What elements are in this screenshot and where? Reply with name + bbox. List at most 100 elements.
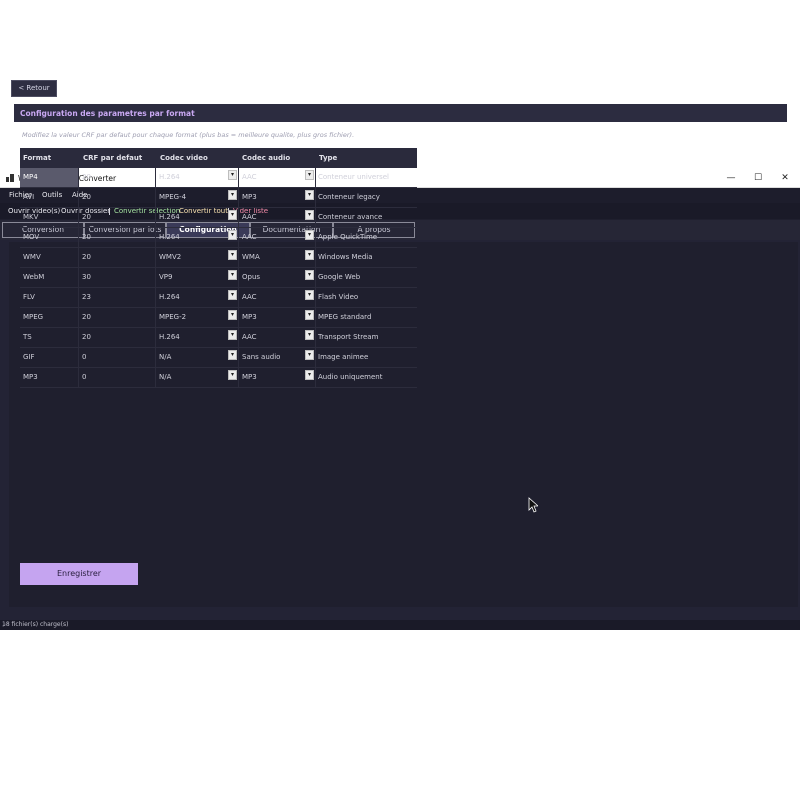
dropdown-arrow-icon[interactable]: ▾: [305, 290, 314, 300]
video-codec-select[interactable]: N/A: [159, 348, 171, 367]
video-codec-select[interactable]: MPEG-2: [159, 308, 186, 327]
column-divider: [238, 228, 239, 247]
format-cell: WebM: [23, 273, 45, 281]
minimize-button[interactable]: —: [718, 171, 744, 186]
crf-input[interactable]: 20: [82, 308, 91, 327]
table-row[interactable]: MOV 20 H.264 AAC Apple QuickTime ▾ ▾: [20, 228, 417, 248]
audio-codec-select[interactable]: Sans audio: [242, 348, 280, 367]
dropdown-arrow-icon[interactable]: ▾: [305, 190, 314, 200]
table-row[interactable]: WMV 20 WMV2 WMA Windows Media ▾ ▾: [20, 248, 417, 268]
dropdown-arrow-icon[interactable]: ▾: [305, 310, 314, 320]
dropdown-arrow-icon[interactable]: ▾: [228, 190, 237, 200]
column-divider: [78, 268, 79, 287]
column-divider: [238, 168, 239, 187]
video-codec-select[interactable]: N/A: [159, 368, 171, 387]
crf-input[interactable]: 20: [82, 168, 91, 187]
column-divider: [155, 308, 156, 327]
video-codec-select[interactable]: H.264: [159, 168, 180, 187]
table-row[interactable]: TS 20 H.264 AAC Transport Stream ▾ ▾: [20, 328, 417, 348]
table-row[interactable]: GIF 0 N/A Sans audio Image animee ▾ ▾: [20, 348, 417, 368]
dropdown-arrow-icon[interactable]: ▾: [228, 230, 237, 240]
audio-codec-select[interactable]: MP3: [242, 368, 257, 387]
audio-codec-select[interactable]: WMA: [242, 248, 260, 267]
crf-input[interactable]: 30: [82, 268, 91, 287]
column-divider: [238, 368, 239, 387]
dropdown-arrow-icon[interactable]: ▾: [228, 370, 237, 380]
format-cell: MP3: [23, 373, 38, 381]
format-cell: TS: [23, 333, 32, 341]
video-codec-select[interactable]: VP9: [159, 268, 172, 287]
dropdown-arrow-icon[interactable]: ▾: [228, 170, 237, 180]
video-codec-select[interactable]: H.264: [159, 228, 180, 247]
crf-input[interactable]: 20: [82, 188, 91, 207]
dropdown-arrow-icon[interactable]: ▾: [228, 330, 237, 340]
column-divider: [78, 348, 79, 367]
column-divider: [155, 168, 156, 187]
audio-codec-select[interactable]: Opus: [242, 268, 260, 287]
back-button[interactable]: < Retour: [11, 80, 57, 97]
audio-codec-select[interactable]: AAC: [242, 328, 257, 347]
dropdown-arrow-icon[interactable]: ▾: [305, 270, 314, 280]
dropdown-arrow-icon[interactable]: ▾: [228, 270, 237, 280]
type-cell: Audio uniquement: [318, 373, 383, 381]
column-divider: [78, 228, 79, 247]
dropdown-arrow-icon[interactable]: ▾: [305, 230, 314, 240]
audio-codec-select[interactable]: AAC: [242, 208, 257, 227]
save-button[interactable]: Enregistrer: [20, 563, 138, 585]
crf-input[interactable]: 0: [82, 368, 86, 387]
table-row[interactable]: MP3 0 N/A MP3 Audio uniquement ▾ ▾: [20, 368, 417, 388]
column-divider: [238, 268, 239, 287]
dropdown-arrow-icon[interactable]: ▾: [305, 370, 314, 380]
video-codec-select[interactable]: WMV2: [159, 248, 181, 267]
video-codec-select[interactable]: H.264: [159, 288, 180, 307]
audio-codec-select[interactable]: MP3: [242, 308, 257, 327]
dropdown-arrow-icon[interactable]: ▾: [305, 350, 314, 360]
audio-codec-select[interactable]: AAC: [242, 288, 257, 307]
crf-input[interactable]: 20: [82, 328, 91, 347]
column-divider: [78, 368, 79, 387]
column-divider: [315, 288, 316, 307]
crf-input[interactable]: 0: [82, 348, 86, 367]
column-divider: [315, 168, 316, 187]
resize-grip-icon[interactable]: ⋰: [2, 621, 798, 628]
crf-input[interactable]: 20: [82, 208, 91, 227]
table-header: Format CRF par defaut Codec video Codec …: [20, 148, 417, 168]
format-cell: GIF: [23, 353, 35, 361]
table-row[interactable]: WebM 30 VP9 Opus Google Web ▾ ▾: [20, 268, 417, 288]
dropdown-arrow-icon[interactable]: ▾: [228, 310, 237, 320]
maximize-button[interactable]: ☐: [745, 171, 771, 186]
type-cell: Conteneur avance: [318, 213, 383, 221]
video-codec-select[interactable]: MPEG-4: [159, 188, 186, 207]
dropdown-arrow-icon[interactable]: ▾: [228, 350, 237, 360]
table-row[interactable]: MKV 20 H.264 AAC Conteneur avance ▾ ▾: [20, 208, 417, 228]
crf-input[interactable]: 23: [82, 288, 91, 307]
table-row[interactable]: FLV 23 H.264 AAC Flash Video ▾ ▾: [20, 288, 417, 308]
header-crf: CRF par defaut: [83, 154, 143, 162]
crf-input[interactable]: 20: [82, 248, 91, 267]
column-divider: [78, 208, 79, 227]
crf-hint: Modifiez la valeur CRF par defaut pour c…: [22, 131, 355, 139]
close-button[interactable]: ✕: [772, 171, 798, 186]
type-cell: Conteneur legacy: [318, 193, 380, 201]
dropdown-arrow-icon[interactable]: ▾: [228, 250, 237, 260]
column-divider: [315, 208, 316, 227]
column-divider: [238, 328, 239, 347]
video-codec-select[interactable]: H.264: [159, 208, 180, 227]
audio-codec-select[interactable]: MP3: [242, 188, 257, 207]
type-cell: Conteneur universel: [318, 173, 389, 181]
table-row[interactable]: AVI 20 MPEG-4 MP3 Conteneur legacy ▾ ▾: [20, 188, 417, 208]
table-row[interactable]: MPEG 20 MPEG-2 MP3 MPEG standard ▾ ▾: [20, 308, 417, 328]
dropdown-arrow-icon[interactable]: ▾: [305, 250, 314, 260]
column-divider: [315, 348, 316, 367]
crf-input[interactable]: 20: [82, 228, 91, 247]
table-row[interactable]: MP4 20 H.264 AAC Conteneur universel ▾ ▾: [20, 168, 417, 188]
audio-codec-select[interactable]: AAC: [242, 228, 257, 247]
video-codec-select[interactable]: H.264: [159, 328, 180, 347]
dropdown-arrow-icon[interactable]: ▾: [228, 210, 237, 220]
dropdown-arrow-icon[interactable]: ▾: [228, 290, 237, 300]
dropdown-arrow-icon[interactable]: ▾: [305, 210, 314, 220]
column-divider: [155, 328, 156, 347]
dropdown-arrow-icon[interactable]: ▾: [305, 170, 314, 180]
audio-codec-select[interactable]: AAC: [242, 168, 257, 187]
dropdown-arrow-icon[interactable]: ▾: [305, 330, 314, 340]
